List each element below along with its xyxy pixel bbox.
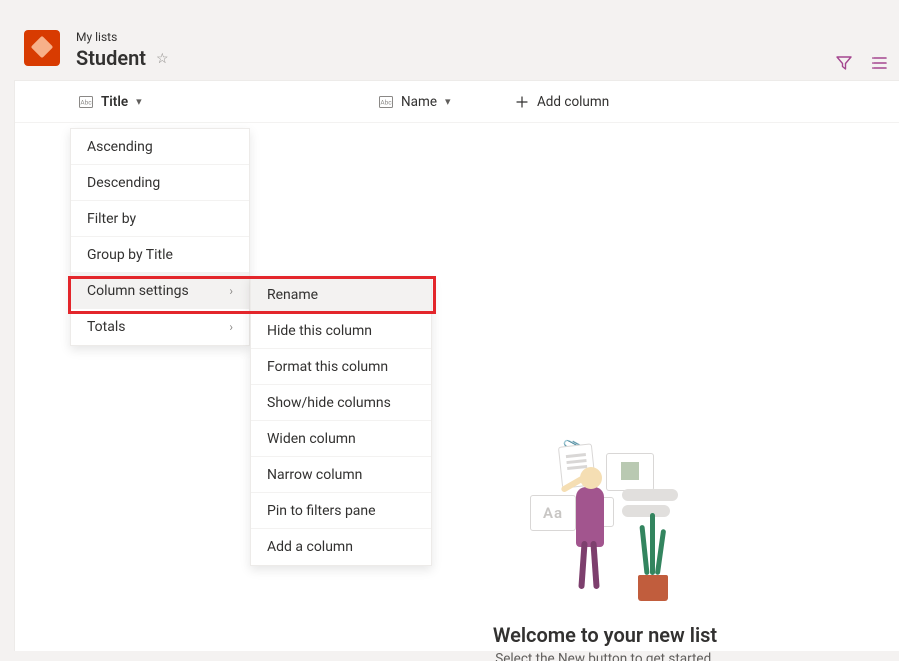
menu-item-group-by-title[interactable]: Group by Title [71,237,249,273]
header-titles: My lists Student ☆ [76,30,169,70]
menu-item-label: Column settings [87,283,189,299]
svg-text:Abc: Abc [80,98,92,106]
svg-text:Abc: Abc [380,98,392,106]
submenu-item-label: Widen column [267,431,356,447]
empty-state-subtext: Select the New button to get started. [495,651,715,661]
submenu-item-format-this-column[interactable]: Format this column [251,349,431,385]
list-app-icon [24,30,60,66]
submenu-item-pin-to-filters-pane[interactable]: Pin to filters pane [251,493,431,529]
submenu-item-rename[interactable]: Rename [251,277,431,313]
menu-item-label: Totals [87,319,126,335]
empty-state-illustration: 📎 Aa [510,441,700,611]
submenu-item-label: Show/hide columns [267,395,391,411]
column-settings-submenu: Rename Hide this column Format this column… [250,276,432,566]
menu-item-label: Filter by [87,211,136,227]
submenu-item-show-hide-columns[interactable]: Show/hide columns [251,385,431,421]
app-root: My lists Student ☆ Abc Title ▾ [0,0,899,661]
favorite-star-icon[interactable]: ☆ [156,51,169,67]
chevron-right-icon: › [229,320,233,334]
filter-icon[interactable] [835,54,853,72]
menu-item-label: Descending [87,175,160,191]
submenu-item-hide-this-column[interactable]: Hide this column [251,313,431,349]
submenu-item-label: Format this column [267,359,388,375]
breadcrumb[interactable]: My lists [76,30,169,44]
menu-item-label: Ascending [87,139,153,155]
menu-item-label: Group by Title [87,247,173,263]
add-column-label: Add column [537,94,609,110]
details-pane-icon[interactable] [871,54,889,72]
menu-item-filter-by[interactable]: Filter by [71,201,249,237]
submenu-item-narrow-column[interactable]: Narrow column [251,457,431,493]
column-title-label: Title [101,94,128,110]
submenu-item-label: Narrow column [267,467,362,483]
menu-item-totals[interactable]: Totals › [71,309,249,345]
submenu-item-label: Rename [267,287,318,303]
submenu-item-label: Hide this column [267,323,372,339]
column-header-name[interactable]: Abc Name ▾ [379,94,515,110]
column-headers-row: Abc Title ▾ Abc Name ▾ Add column [15,81,899,123]
list-header: My lists Student ☆ [0,0,899,80]
menu-item-column-settings[interactable]: Column settings › [71,273,249,309]
column-context-menu: Ascending Descending Filter by Group by Tit… [70,128,250,346]
text-field-icon: Abc [379,95,393,109]
chevron-down-icon: ▾ [136,95,142,108]
empty-state: 📎 Aa Welcome to your new list Select the… [455,441,755,661]
chevron-down-icon: ▾ [445,95,451,108]
column-header-title[interactable]: Abc Title ▾ [79,94,379,110]
menu-item-descending[interactable]: Descending [71,165,249,201]
menu-item-ascending[interactable]: Ascending [71,129,249,165]
add-column-button[interactable]: Add column [515,94,609,110]
plus-icon [515,95,529,109]
text-field-icon: Abc [79,95,93,109]
submenu-item-label: Pin to filters pane [267,503,376,519]
title-row: Student ☆ [76,46,169,70]
submenu-item-widen-column[interactable]: Widen column [251,421,431,457]
submenu-item-label: Add a column [267,539,353,555]
top-right-actions [835,54,889,72]
column-name-label: Name [401,94,437,110]
chevron-right-icon: › [229,284,233,298]
page-title: Student [76,46,146,70]
submenu-item-add-a-column[interactable]: Add a column [251,529,431,565]
empty-state-heading: Welcome to your new list [493,623,717,647]
